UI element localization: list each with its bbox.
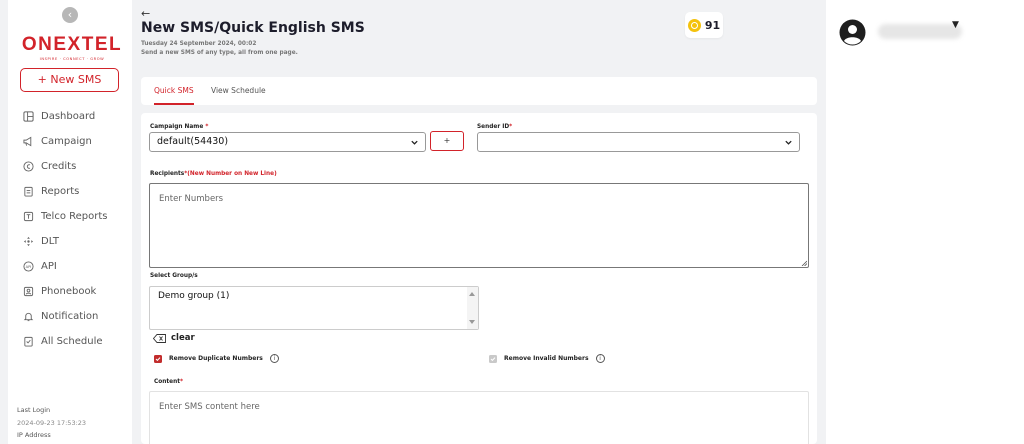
remove-invalid-row: Remove Invalid Numbers i: [489, 354, 605, 363]
remove-invalid-label: Remove Invalid Numbers: [504, 355, 589, 362]
logo-text: ONEXTEL: [21, 34, 123, 55]
sidebar: ‹ ONEXTEL INSPIRE · CONNECT · GROW + New…: [8, 0, 132, 444]
sender-id-select[interactable]: [477, 132, 800, 152]
sidebar-item-label: Campaign: [41, 136, 92, 147]
user-menu-caret-icon[interactable]: ▼: [952, 20, 959, 30]
listbox-scrollbar[interactable]: [467, 287, 478, 329]
schedule-icon: [22, 336, 34, 348]
user-avatar-icon[interactable]: [839, 19, 866, 46]
campaign-name-label: Campaign Name *: [150, 124, 209, 130]
sidebar-item-notification[interactable]: Notification: [22, 304, 132, 329]
sidebar-item-all-schedule[interactable]: All Schedule: [22, 329, 132, 354]
recipients-placeholder: Enter Numbers: [159, 194, 224, 204]
remove-duplicates-checkbox[interactable]: [154, 354, 162, 363]
svg-text:API: API: [25, 265, 31, 269]
remove-duplicates-row: Remove Duplicate Numbers i: [154, 354, 279, 363]
megaphone-icon: [22, 136, 34, 148]
last-login-label: Last Login: [17, 406, 51, 414]
sidebar-item-campaign[interactable]: Campaign: [22, 129, 132, 154]
chevron-left-icon[interactable]: ‹: [62, 7, 78, 23]
last-login-value: 2024-09-23 17:53:23: [17, 418, 87, 427]
sidebar-item-label: Reports: [41, 186, 80, 197]
sidebar-item-reports[interactable]: Reports: [22, 179, 132, 204]
chevron-down-icon: [785, 140, 792, 145]
add-campaign-button[interactable]: +: [430, 131, 464, 151]
user-panel: ▼: [826, 0, 1024, 444]
bell-icon: [22, 311, 34, 323]
backspace-icon: [153, 333, 166, 343]
sms-content-input[interactable]: Enter SMS content here: [149, 391, 809, 444]
dashboard-icon: [22, 111, 34, 123]
resize-handle-icon[interactable]: [801, 260, 807, 266]
remove-duplicates-label: Remove Duplicate Numbers: [169, 355, 263, 362]
sidebar-item-label: DLT: [41, 236, 60, 247]
credits-badge[interactable]: 91: [685, 12, 723, 38]
tabs-bar: Quick SMS View Schedule: [141, 77, 817, 105]
ip-address-label: IP Address: [17, 431, 51, 439]
select-groups-label: Select Group/s: [150, 273, 198, 279]
sidebar-item-credits[interactable]: Credits: [22, 154, 132, 179]
info-icon[interactable]: i: [269, 354, 279, 363]
dlt-icon: [22, 236, 34, 248]
telco-report-icon: [22, 211, 34, 223]
recipients-label: Recipients*(New Number on New Line): [150, 171, 277, 177]
sidebar-item-label: Credits: [41, 161, 77, 172]
api-icon: API: [22, 261, 34, 273]
tab-quick-sms[interactable]: Quick SMS: [154, 86, 194, 95]
sidebar-item-telco-reports[interactable]: Telco Reports: [22, 204, 132, 229]
tab-view-schedule[interactable]: View Schedule: [211, 86, 266, 95]
sidebar-item-dashboard[interactable]: Dashboard: [22, 104, 132, 129]
back-arrow-icon[interactable]: ←: [141, 7, 150, 20]
content-label: Content*: [154, 379, 184, 385]
user-name-blurred: [878, 24, 962, 39]
groups-listbox[interactable]: Demo group (1): [149, 286, 479, 330]
onextel-logo: ONEXTEL INSPIRE · CONNECT · GROW: [17, 34, 127, 61]
sidebar-item-phonebook[interactable]: Phonebook: [22, 279, 132, 304]
campaign-name-select[interactable]: default(54430): [149, 132, 426, 152]
info-icon[interactable]: i: [595, 354, 605, 363]
sidebar-item-label: Telco Reports: [41, 211, 108, 222]
campaign-name-value: default(54430): [157, 136, 229, 147]
group-option[interactable]: Demo group (1): [158, 291, 470, 301]
page-description: Send a new SMS of any type, all from one…: [141, 50, 298, 56]
clear-label: clear: [171, 333, 195, 343]
sidebar-item-label: API: [41, 261, 57, 272]
sidebar-item-api[interactable]: API API: [22, 254, 132, 279]
recipients-input[interactable]: Enter Numbers: [149, 183, 809, 268]
sender-id-label: Sender ID*: [477, 124, 513, 130]
quick-sms-form: Campaign Name * default(54430) + Sender …: [141, 113, 817, 444]
sidebar-item-label: Phonebook: [41, 286, 97, 297]
sidebar-nav: Dashboard Campaign Credits Reports Telco…: [22, 104, 132, 354]
credits-count: 91: [704, 18, 721, 32]
active-tab-indicator: [154, 103, 194, 105]
page-title: New SMS/Quick English SMS: [141, 20, 365, 36]
phonebook-icon: [22, 286, 34, 298]
credits-icon: [22, 161, 34, 173]
page-date: Tuesday 24 September 2024, 00:02: [141, 41, 257, 47]
remove-invalid-checkbox[interactable]: [489, 354, 497, 363]
clear-groups-button[interactable]: clear: [153, 333, 195, 343]
new-sms-button[interactable]: + New SMS: [20, 68, 119, 92]
sidebar-item-label: Notification: [41, 311, 99, 322]
logo-tagline: INSPIRE · CONNECT · GROW: [39, 57, 105, 61]
sidebar-item-dlt[interactable]: DLT: [22, 229, 132, 254]
sidebar-item-label: Dashboard: [41, 111, 96, 122]
report-icon: [22, 186, 34, 198]
sidebar-item-label: All Schedule: [41, 336, 103, 347]
last-login: Last Login 2024-09-23 17:53:23 IP Addres…: [17, 404, 86, 442]
coin-icon: [687, 18, 701, 32]
chevron-down-icon: [411, 140, 418, 145]
sms-content-placeholder: Enter SMS content here: [159, 402, 260, 412]
